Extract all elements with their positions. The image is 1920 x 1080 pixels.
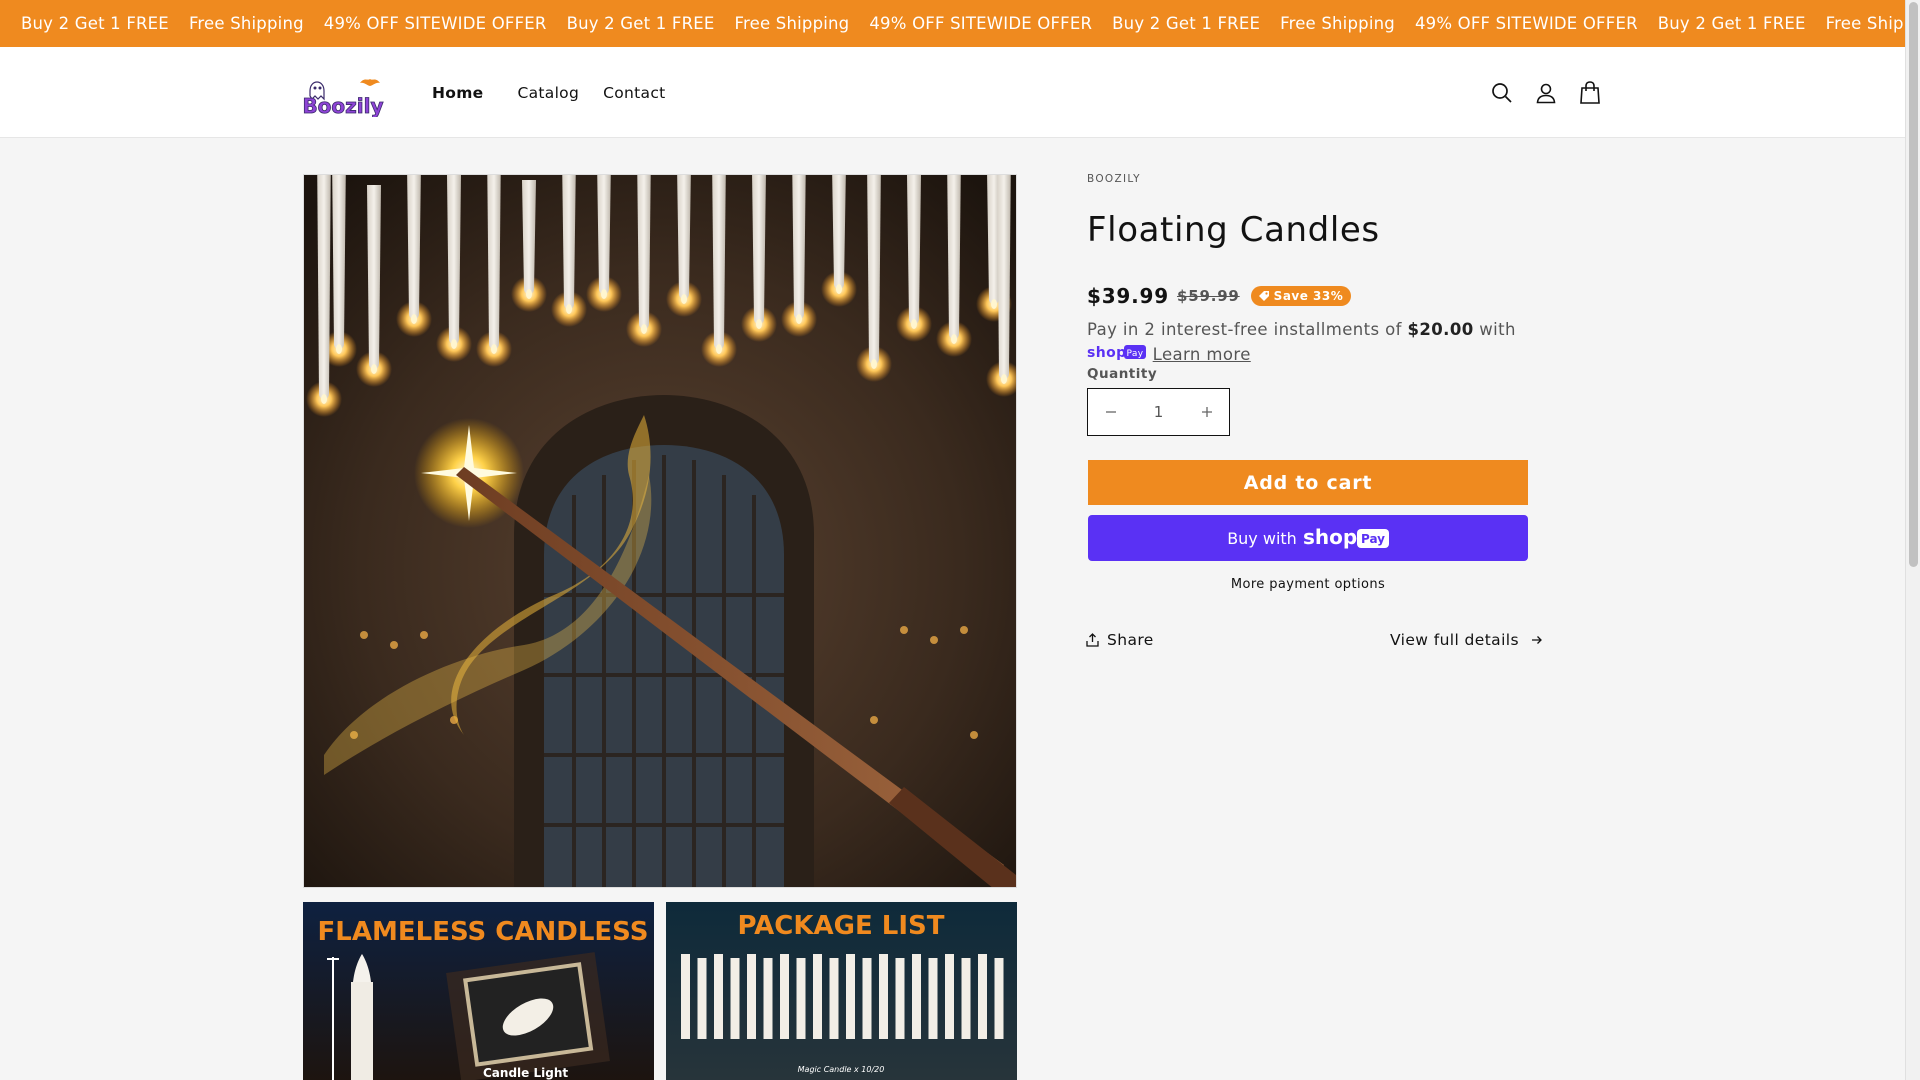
shop-pay-wordmark: shop bbox=[1087, 345, 1127, 361]
cart-icon[interactable] bbox=[1568, 71, 1612, 115]
nav-home[interactable]: Home bbox=[432, 84, 483, 102]
increase-quantity-button[interactable] bbox=[1184, 389, 1229, 435]
announcement-item: 49% OFF SITEWIDE OFFER bbox=[869, 14, 1093, 33]
quantity-input[interactable]: 1 bbox=[1133, 403, 1184, 421]
add-to-cart-button[interactable]: Add to cart bbox=[1088, 460, 1528, 505]
share-label: Share bbox=[1107, 631, 1154, 649]
package-candle bbox=[978, 954, 987, 1039]
announcement-item: 49% OFF SITEWIDE OFFER bbox=[323, 14, 547, 33]
nav-contact[interactable]: Contact bbox=[603, 84, 665, 102]
store-logo[interactable]: Boozily bbox=[302, 69, 384, 118]
announcement-item: Buy 2 Get 1 FREE bbox=[21, 14, 169, 33]
view-full-details-label: View full details bbox=[1390, 631, 1519, 649]
package-candle bbox=[895, 958, 905, 1039]
arrow-right-icon bbox=[1531, 636, 1542, 644]
announcement-bar: Buy 2 Get 1 FREE Free Shipping 49% OFF SIT… bbox=[0, 0, 1905, 47]
more-payment-options-link[interactable]: More payment options bbox=[1088, 577, 1528, 592]
package-candle bbox=[780, 954, 789, 1039]
announcement-track: Buy 2 Get 1 FREE Free Shipping 49% OFF SIT… bbox=[0, 0, 1905, 47]
thumbnail-1-caption: Candle Light bbox=[483, 1066, 568, 1080]
installments-message: Pay in 2 interest-free installments of $… bbox=[1087, 317, 1537, 368]
product-thumbnail-1[interactable]: FLAMELESS CANDLESS Candle Light bbox=[303, 902, 654, 1080]
announcement-item: Buy 2 Get 1 FREE bbox=[1657, 14, 1806, 33]
package-candle bbox=[961, 958, 971, 1039]
announcement-item: Free Shipping bbox=[188, 14, 304, 33]
product-main-image[interactable] bbox=[303, 174, 1017, 888]
package-candle bbox=[763, 958, 773, 1039]
package-candle bbox=[862, 958, 872, 1039]
announcement-item: Buy 2 Get 1 FREE bbox=[566, 14, 715, 33]
thumbnail-1-heading: FLAMELESS CANDLESS bbox=[318, 917, 649, 947]
package-candle bbox=[846, 954, 855, 1039]
compare-at-price: $59.99 bbox=[1176, 287, 1240, 305]
package-candle bbox=[714, 954, 723, 1039]
package-candle bbox=[697, 958, 707, 1039]
thumbnail-2-heading: PACKAGE LIST bbox=[738, 911, 945, 941]
account-icon[interactable] bbox=[1524, 71, 1568, 115]
package-candle bbox=[928, 958, 938, 1039]
product-thumbnail-2[interactable]: PACKAGE LIST Magic Candle x 10/20 bbox=[666, 902, 1017, 1080]
page-scrollbar[interactable] bbox=[1905, 0, 1920, 1080]
package-candle bbox=[813, 954, 822, 1039]
package-candle bbox=[879, 954, 888, 1039]
package-candle bbox=[994, 958, 1004, 1039]
view-full-details-link[interactable]: View full details bbox=[1390, 631, 1543, 649]
buy-shop-wordmark: shop bbox=[1303, 526, 1357, 549]
decrease-quantity-button[interactable] bbox=[1088, 389, 1133, 435]
buy-pay-badge: Pay bbox=[1361, 532, 1385, 546]
price-row: $39.99 $59.99 Save 33% bbox=[1087, 284, 1352, 308]
package-candle bbox=[730, 958, 740, 1039]
installments-amount: $20.00 bbox=[1407, 320, 1474, 339]
share-button[interactable]: Share bbox=[1086, 631, 1154, 649]
thumbnail-2-caption: Magic Candle x 10/20 bbox=[798, 1065, 885, 1074]
package-candle bbox=[829, 958, 839, 1039]
installments-suffix: with bbox=[1479, 320, 1516, 339]
share-icon bbox=[1086, 633, 1099, 647]
sale-price: $39.99 bbox=[1087, 284, 1169, 308]
announcement-item: Free Shipping bbox=[1280, 14, 1395, 33]
package-candle bbox=[681, 954, 690, 1039]
save-badge-label: Save 33% bbox=[1273, 289, 1344, 303]
package-candle bbox=[796, 958, 806, 1039]
main-nav: Home Catalog Contact bbox=[432, 47, 690, 138]
package-candle bbox=[747, 954, 756, 1039]
quantity-label: Quantity bbox=[1087, 366, 1158, 382]
site-header: Boozily Home Catalog Contact bbox=[0, 47, 1905, 138]
save-badge: Save 33% bbox=[1250, 286, 1352, 306]
plus-icon bbox=[1201, 407, 1212, 417]
announcement-item: Free Shipping bbox=[734, 14, 850, 33]
logo-wordmark: Boozily bbox=[302, 94, 383, 117]
quantity-stepper: 1 bbox=[1087, 388, 1230, 436]
package-candle bbox=[912, 954, 921, 1039]
shop-pay-logo: shop Pay bbox=[1087, 343, 1147, 368]
announcement-item: Free Shipping bbox=[1825, 14, 1905, 33]
tag-icon bbox=[1258, 291, 1269, 301]
announcement-item: Buy 2 Get 1 FREE bbox=[1112, 14, 1261, 33]
buy-with-label: Buy with bbox=[1227, 528, 1297, 548]
buy-with-shop-pay-button[interactable]: Buy with shop Pay bbox=[1088, 515, 1528, 561]
header-icons bbox=[1480, 47, 1612, 138]
shop-pay-badge: Pay bbox=[1126, 349, 1143, 359]
product-title: Floating Candles bbox=[1087, 210, 1380, 250]
product-vendor: BOOZILY bbox=[1087, 173, 1141, 185]
nav-catalog[interactable]: Catalog bbox=[517, 84, 579, 102]
installments-prefix: Pay in 2 interest-free installments of bbox=[1087, 320, 1402, 339]
shop-pay-button-logo: shop Pay bbox=[1303, 526, 1389, 549]
package-candle bbox=[945, 954, 954, 1039]
announcement-item: 49% OFF SITEWIDE OFFER bbox=[1414, 14, 1638, 33]
learn-more-link[interactable]: Learn more bbox=[1153, 345, 1251, 364]
search-icon[interactable] bbox=[1480, 71, 1524, 115]
scrollbar-thumb[interactable] bbox=[1909, 2, 1918, 567]
minus-icon bbox=[1105, 411, 1116, 413]
